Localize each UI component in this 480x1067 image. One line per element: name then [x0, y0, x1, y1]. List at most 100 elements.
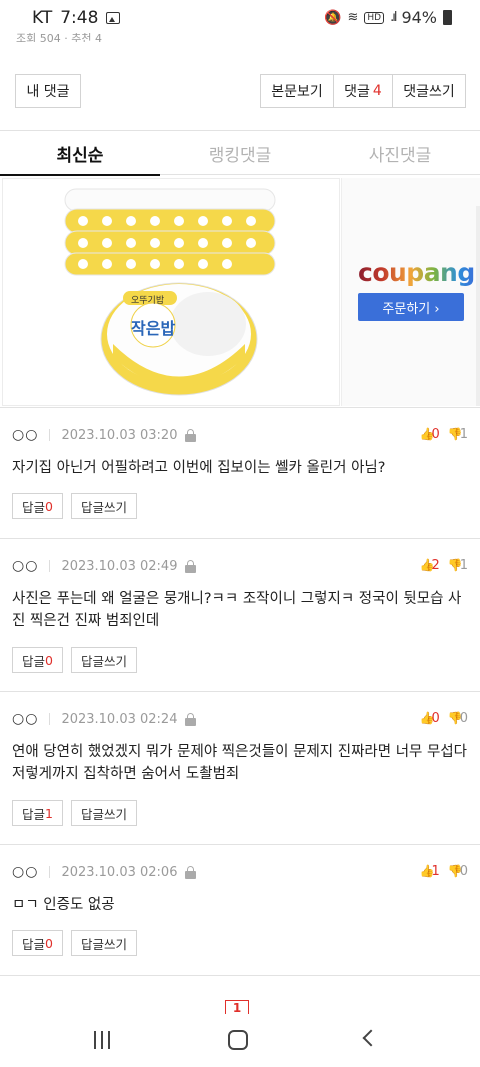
comment-body: 자기집 아닌거 어필하려고 이번에 집보이는 쎌카 올린거 아님?	[12, 460, 386, 476]
ad-product-name: 작은밥	[131, 319, 176, 338]
comment-sort-tabs: 최신순 랭킹댓글 사진댓글	[0, 131, 480, 176]
upvote-button[interactable]: 👍1	[419, 864, 439, 879]
comment-header: ○○ 2023.10.03 03:20	[12, 427, 197, 443]
write-reply-button[interactable]: 답글쓰기	[70, 800, 137, 826]
post-actions-group: 본문보기 댓글 4 댓글쓰기	[260, 74, 466, 108]
downvote-count: 0	[459, 864, 468, 879]
reply-label: 답글	[22, 936, 46, 952]
comment-votes: 👍2 👎1	[419, 558, 468, 573]
downvote-button[interactable]: 👎1	[448, 558, 468, 573]
comment-body: 사진은 푸는데 왜 얼굴은 뭉개니?ㅋㅋ 조작이니 그렇지ㅋ 정국이 뒷모습 사…	[12, 591, 462, 629]
rice-product-illustration	[64, 188, 276, 396]
status-right: 🔕 ≋ HD .ıl 94%	[324, 8, 452, 27]
comment-author[interactable]: ○○	[12, 711, 38, 727]
battery-percent: 94%	[401, 8, 437, 27]
comment-actions: 답글 0 답글쓰기	[12, 493, 137, 519]
downvote-button[interactable]: 👎1	[448, 427, 468, 442]
reply-label: 답글	[22, 499, 46, 515]
advertisement-banner[interactable]: 오뚜기밥 작은밥 coupang 주문하기 ›	[0, 176, 480, 408]
thumbs-up-icon: 👍	[419, 711, 435, 725]
my-comments-button[interactable]: 내 댓글	[15, 74, 81, 108]
downvote-count: 1	[459, 427, 468, 442]
comment-author[interactable]: ○○	[12, 558, 38, 574]
battery-icon	[443, 10, 452, 25]
lock-icon	[185, 865, 197, 879]
reply-count: 0	[45, 498, 53, 514]
clock: 7:48	[60, 8, 99, 28]
thumbs-up-icon: 👍	[419, 427, 435, 441]
thumbs-down-icon: 👎	[447, 864, 463, 878]
home-icon[interactable]	[228, 1030, 248, 1050]
lock-icon	[185, 428, 197, 442]
thumbs-down-icon: 👎	[447, 558, 463, 572]
carrier-label: KT	[32, 8, 53, 28]
ad-side-panel: coupang 주문하기 ›	[341, 178, 480, 406]
reply-count: 1	[45, 805, 53, 821]
comment-item: ○○ 2023.10.03 03:20 👍0 👎1 자기집 아닌거 어필하려고 …	[0, 409, 480, 539]
comment-date: 2023.10.03 02:24	[61, 711, 178, 727]
thumbs-down-icon: 👎	[447, 427, 463, 441]
write-reply-button[interactable]: 답글쓰기	[70, 493, 137, 519]
tab-ranking[interactable]: 랭킹댓글	[160, 131, 320, 175]
comment-header: ○○ 2023.10.03 02:24	[12, 711, 197, 727]
comment-author[interactable]: ○○	[12, 864, 38, 880]
downvote-button[interactable]: 👎0	[448, 711, 468, 726]
tab-photo[interactable]: 사진댓글	[320, 131, 480, 175]
downvote-count: 0	[459, 711, 468, 726]
pagination-current-page[interactable]: 1	[225, 1000, 249, 1015]
reply-label: 답글	[22, 653, 46, 669]
comment-votes: 👍0 👎0	[419, 711, 468, 726]
reply-count-button[interactable]: 답글 1	[12, 800, 63, 826]
reply-label: 답글	[22, 806, 46, 822]
lock-icon	[185, 559, 197, 573]
lock-icon	[185, 712, 197, 726]
comment-body: ㅁㄱ 인증도 없공	[12, 897, 115, 913]
comment-author[interactable]: ○○	[12, 427, 38, 443]
recent-apps-icon[interactable]	[94, 1031, 112, 1049]
comment-date: 2023.10.03 02:06	[61, 864, 178, 880]
comment-header: ○○ 2023.10.03 02:49	[12, 558, 197, 574]
comment-votes: 👍0 👎1	[419, 427, 468, 442]
comment-actions: 답글 0 답글쓰기	[12, 647, 137, 673]
upvote-button[interactable]: 👍2	[419, 558, 439, 573]
comments-count: 4	[372, 83, 382, 99]
ad-product-image[interactable]: 오뚜기밥 작은밥	[2, 178, 340, 406]
downvote-button[interactable]: 👎0	[448, 864, 468, 879]
mute-icon: 🔕	[324, 9, 342, 26]
upvote-count: 0	[431, 427, 440, 442]
write-reply-button[interactable]: 답글쓰기	[70, 930, 137, 956]
back-icon[interactable]	[362, 1029, 380, 1047]
tab-latest[interactable]: 최신순	[0, 131, 160, 176]
upvote-count: 1	[431, 864, 440, 879]
status-left: KT 7:48	[32, 8, 121, 28]
comment-item: ○○ 2023.10.03 02:49 👍2 👎1 사진은 푸는데 왜 얼굴은 …	[0, 540, 480, 692]
separator	[49, 866, 51, 878]
reply-count-button[interactable]: 답글 0	[12, 493, 63, 519]
reply-count-button[interactable]: 답글 0	[12, 647, 63, 673]
coupang-logo-text: coupang	[358, 258, 475, 287]
comments-count-button[interactable]: 댓글 4	[334, 75, 394, 107]
thumbs-down-icon: 👎	[447, 711, 463, 725]
separator	[49, 429, 51, 441]
comment-item: ○○ 2023.10.03 02:06 👍1 👎0 ㅁㄱ 인증도 없공 답글 0 …	[0, 846, 480, 976]
comment-item: ○○ 2023.10.03 02:24 👍0 👎0 연애 당연히 했었겠지 뭐가…	[0, 693, 480, 845]
thumbs-up-icon: 👍	[419, 558, 435, 572]
comment-actions: 답글 1 답글쓰기	[12, 800, 137, 826]
write-reply-button[interactable]: 답글쓰기	[70, 647, 137, 673]
comment-date: 2023.10.03 02:49	[61, 558, 178, 574]
reply-count: 0	[45, 935, 53, 951]
upvote-button[interactable]: 👍0	[419, 427, 439, 442]
write-comment-button[interactable]: 댓글쓰기	[393, 75, 465, 107]
thumbs-up-icon: 👍	[419, 864, 435, 878]
wifi-icon: ≋	[347, 10, 359, 25]
ad-product-brand: 오뚜기밥	[131, 296, 165, 306]
coupang-logo[interactable]: coupang	[358, 258, 475, 287]
reply-count-button[interactable]: 답글 0	[12, 930, 63, 956]
upvote-button[interactable]: 👍0	[419, 711, 439, 726]
reply-count: 0	[45, 652, 53, 668]
comment-date: 2023.10.03 03:20	[61, 427, 178, 443]
order-button[interactable]: 주문하기 ›	[358, 293, 464, 321]
ad-scrollbar	[476, 206, 480, 406]
comment-toolbar: 내 댓글 본문보기 댓글 4 댓글쓰기	[0, 74, 480, 110]
view-post-button[interactable]: 본문보기	[261, 75, 334, 107]
